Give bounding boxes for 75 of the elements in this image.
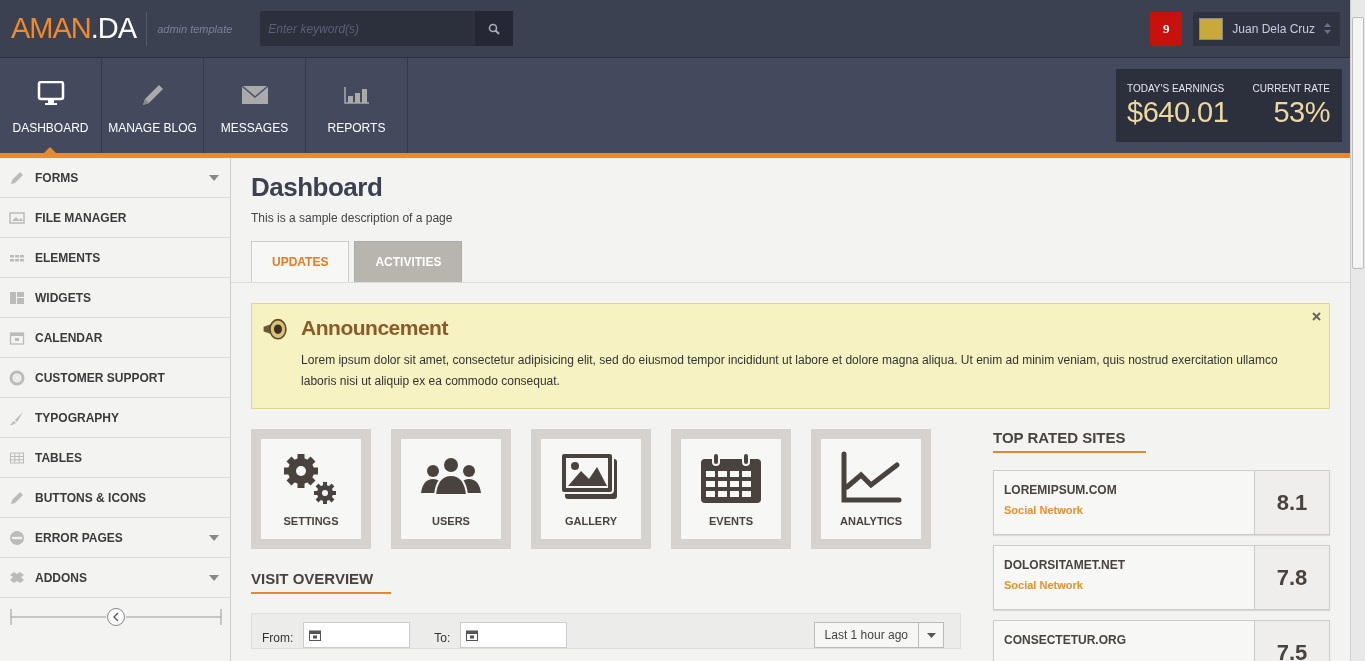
announcement-text: Lorem ipsum dolor sit amet, consectetur adipisicing elit, sed do eiusmod tempor incididunt ut labore et dolore magna aliqua. Ut enim ad minim veniam, quis nostrud exercitation ullamco laboris nisi ut aliquip ex ea commodo consequat. [301,352,1279,390]
section-heading: VISIT OVERVIEW [251,570,392,594]
search-button[interactable] [475,11,514,46]
section-heading: TOP RATED SITES [993,429,1146,453]
stat-value: $640.01 [1127,95,1229,129]
user-menu[interactable]: Juan Dela Cruz [1193,11,1340,46]
tile-label: EVENTS [709,515,753,527]
table-icon [9,449,25,466]
sidebar-item[interactable]: ADDONS [0,558,230,598]
shortcut-tile[interactable]: SETTINGS [251,429,371,549]
search-icon [488,22,501,35]
site-category: Social Network [1004,504,1084,516]
logo-text: AMAN.DA [11,12,137,45]
site-score: 7.5 [1254,621,1329,661]
site-score: 8.1 [1254,471,1329,534]
tile-label: GALLERY [564,515,618,527]
calendar-icon [466,629,479,641]
shortcut-tile[interactable]: GALLERY [531,429,651,549]
stat-label: CURRENT RATE [1252,82,1330,94]
sidebar-item[interactable]: BUTTONS & ICONS [0,478,230,518]
caret-icon [926,632,936,638]
sidebar-item[interactable]: FORMS [0,158,230,198]
date-field[interactable] [460,622,568,648]
site-card[interactable]: CONSECTETUR.ORG 7.5 [993,620,1330,661]
page-title: Dashboard [251,172,384,203]
minus-circle-icon [9,529,25,546]
shortcut-tile[interactable]: ANALYTICS [811,429,931,549]
search-field[interactable]: Enter keyword(s) [260,11,476,46]
site-name: DOLORSITAMET.NET [1004,558,1127,572]
site-name: CONSECTETUR.ORG [1004,633,1127,647]
date-field[interactable] [303,622,411,648]
lifebuoy-icon [9,369,25,386]
sidebar-item[interactable]: TYPOGRAPHY [0,398,230,438]
calendar-icon [309,629,322,641]
image-icon [9,209,25,226]
sidebar-item[interactable]: ERROR PAGES [0,518,230,558]
collapse-slider-icon[interactable] [10,607,222,627]
scrollbar[interactable] [1350,0,1365,661]
sidebar-item[interactable]: FILE MANAGER [0,198,230,238]
layout-icon [9,289,25,306]
shortcut-tile[interactable]: USERS [391,429,511,549]
range-dropdown[interactable]: Last 1 hour ago [813,622,944,648]
site-category: Social Network [1004,579,1084,591]
site-score: 7.8 [1254,546,1329,609]
tile-label: ANALYTICS [840,515,902,527]
notification-badge[interactable]: 9 [1150,11,1183,46]
sidebar-item[interactable]: ELEMENTS [0,238,230,278]
user-name: Juan Dela Cruz [1232,21,1315,36]
tile-label: USERS [432,515,470,527]
shortcut-tile[interactable]: EVENTS [671,429,791,549]
sidebar-item[interactable]: WIDGETS [0,278,230,318]
pencil-icon [9,169,25,186]
tagline: admin template [157,22,233,35]
avatar-icon [1199,17,1224,40]
sidebar-item[interactable]: CALENDAR [0,318,230,358]
site-card[interactable]: LOREMIPSUM.COM Social Network 8.1 [993,470,1330,535]
calendar-icon [9,329,25,346]
sidebar-item[interactable]: CUSTOMER SUPPORT [0,358,230,398]
nav-tab[interactable]: MESSAGES [204,58,306,153]
sidebar-item[interactable]: TABLES [0,438,230,478]
stat-value: 53% [1273,95,1330,129]
pencil-icon [9,489,25,506]
to-label: To: [434,631,451,647]
tile-label: SETTINGS [283,515,339,527]
page-description: This is a sample description of a page [251,211,454,225]
announcement-title: Announcement [301,316,450,340]
stat-label: TODAY'S EARNINGS [1127,82,1226,94]
nav-tab[interactable]: MANAGE BLOG [102,58,204,153]
from-label: From: [262,631,294,647]
site-name: LOREMIPSUM.COM [1004,483,1118,497]
monitor-icon [36,80,65,107]
sort-caret-icon [1324,23,1331,34]
close-icon[interactable] [1312,312,1321,321]
site-card[interactable]: DOLORSITAMET.NET Social Network 7.8 [993,545,1330,610]
nav-tab[interactable]: REPORTS [306,58,408,153]
